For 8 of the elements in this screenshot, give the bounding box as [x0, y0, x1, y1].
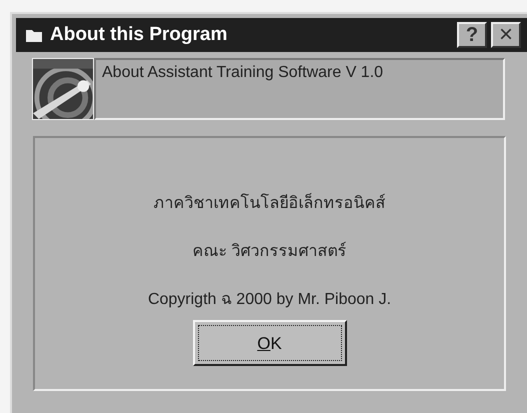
- help-button[interactable]: ?: [457, 22, 487, 48]
- window-title: About this Program: [50, 24, 228, 46]
- info-text: Copyrigth ฉ 2000 by Mr. Piboon J.: [148, 290, 392, 310]
- ok-button[interactable]: OK: [192, 320, 346, 366]
- header-text: About Assistant Training Software V 1.0: [94, 58, 505, 120]
- close-button[interactable]: ×: [491, 22, 521, 48]
- info-text: ภาควิชาเทคโนโลยีอิเล็กทรอนิคส์: [154, 192, 386, 214]
- info-text: คณะ วิศวกรรมศาสตร์: [192, 240, 347, 262]
